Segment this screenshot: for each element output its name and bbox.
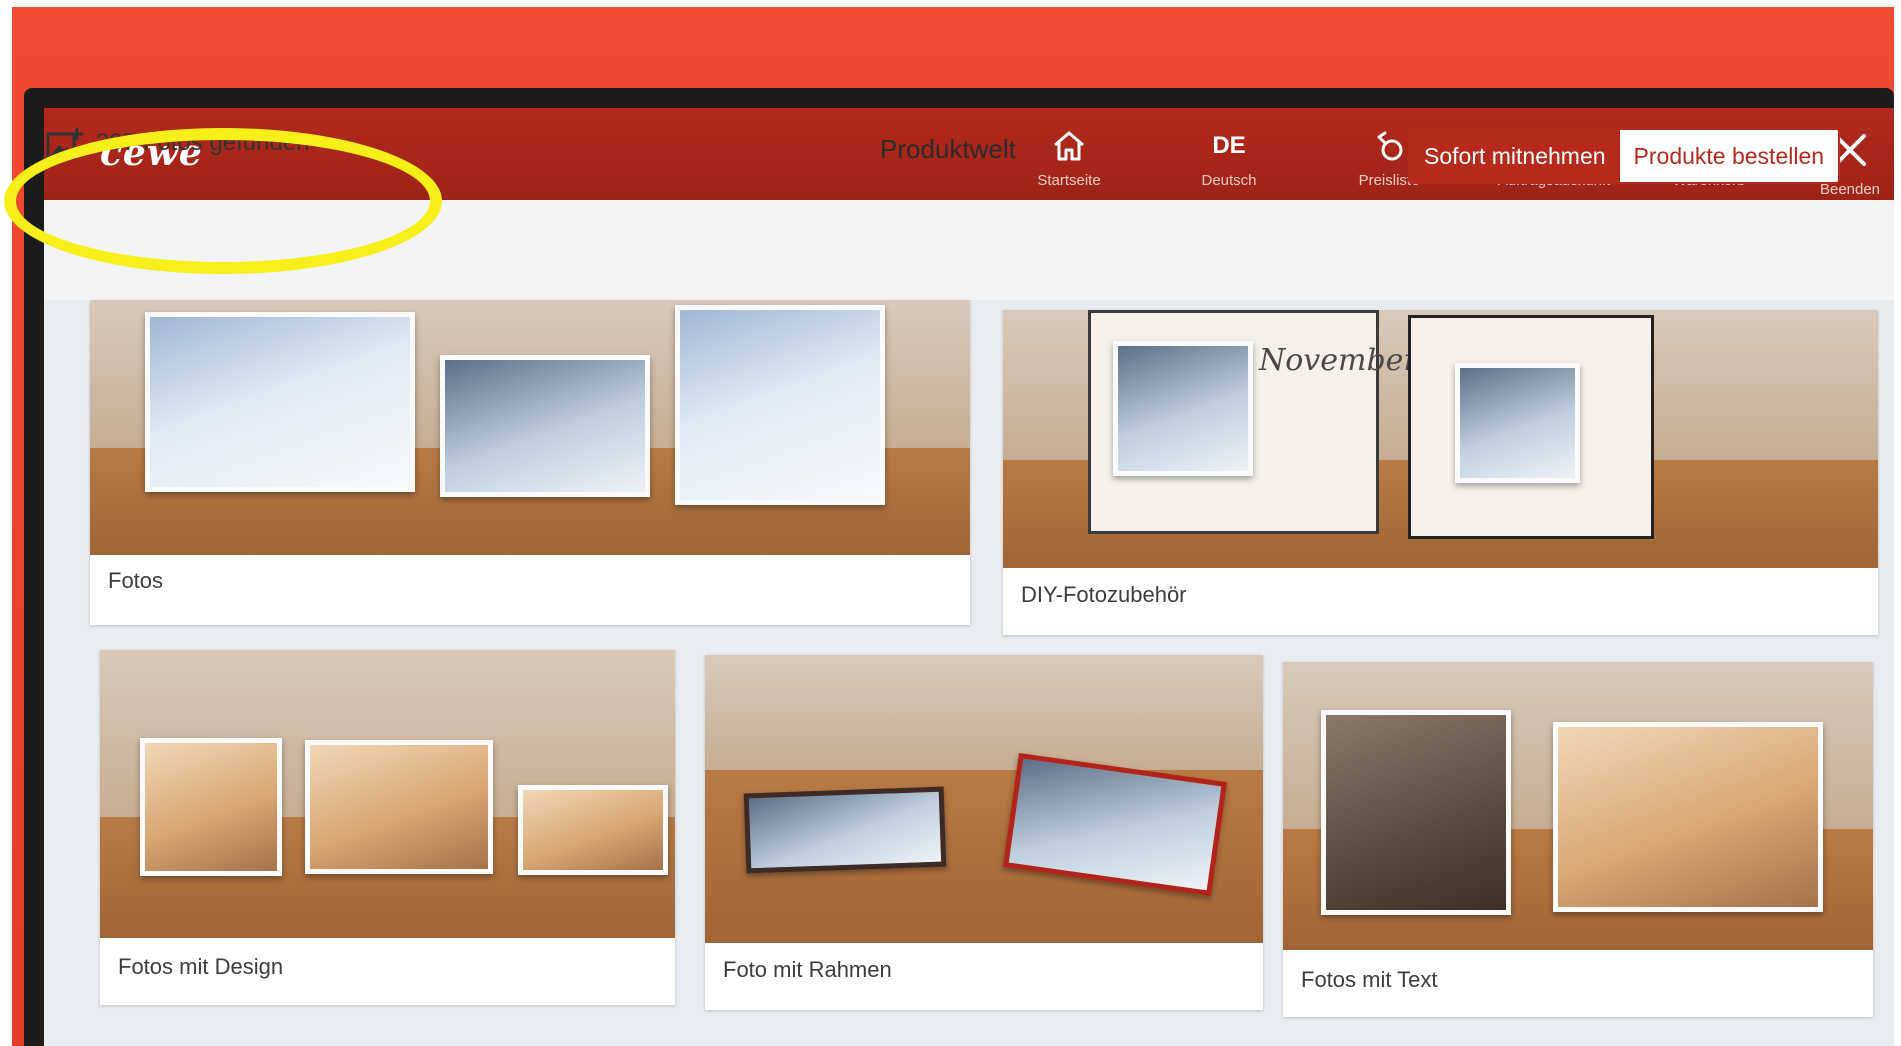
nav-startseite[interactable]: Startseite (994, 126, 1144, 196)
home-icon (994, 126, 1144, 166)
product-image (100, 650, 675, 938)
tile-label: Fotos mit Design (118, 954, 284, 979)
product-tile-fotos[interactable]: Fotos (90, 300, 970, 625)
mode-toggle: Sofort mitnehmen Produkte bestellen (1408, 128, 1841, 184)
photos-found-label: 397 Fotos gefunden (96, 129, 310, 156)
product-image: November (1003, 310, 1878, 568)
produkte-bestellen-button[interactable]: Produkte bestellen (1620, 130, 1839, 182)
nav-label: Deutsch (1201, 172, 1257, 189)
product-image (1283, 662, 1873, 950)
add-photo-icon (46, 128, 83, 160)
sub-header (44, 200, 1894, 300)
language-icon: DE (1212, 132, 1246, 159)
product-tile-foto-mit-rahmen[interactable]: Foto mit Rahmen (705, 655, 1263, 1010)
product-tile-fotos-mit-text[interactable]: Fotos mit Text (1283, 662, 1873, 1017)
tile-label: Fotos (108, 568, 164, 593)
page-title: Produktwelt (880, 134, 1016, 164)
tile-label: Foto mit Rahmen (723, 957, 892, 982)
photos-found[interactable]: 397 Fotos gefunden (46, 126, 310, 160)
product-image (90, 300, 970, 555)
sofort-mitnehmen-button[interactable]: Sofort mitnehmen (1410, 130, 1620, 182)
nav-label: Startseite (1037, 172, 1101, 189)
product-image (705, 655, 1263, 943)
tile-label: Fotos mit Text (1301, 967, 1438, 992)
tile-label: DIY-Fotozubehör (1021, 582, 1187, 607)
nav-language[interactable]: DE Deutsch (1154, 126, 1304, 196)
product-tile-fotos-mit-design[interactable]: Fotos mit Design (100, 650, 675, 1005)
product-tile-diy-fotozubehoer[interactable]: November DIY-Fotozubehör (1003, 310, 1878, 635)
